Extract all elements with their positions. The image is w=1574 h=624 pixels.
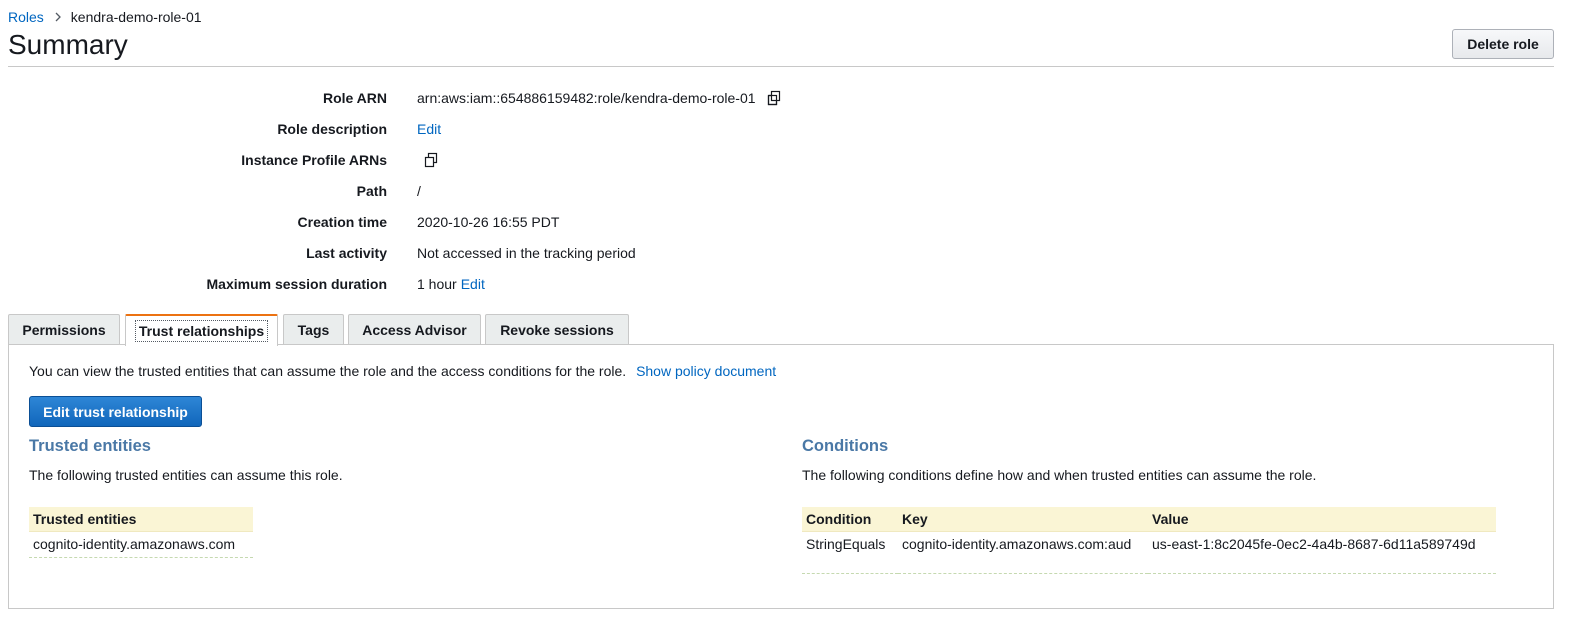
max-session-value: 1 hour [417,276,457,292]
summary-row-max-session: Maximum session duration 1 hour Edit [0,276,900,296]
table-header-row: Trusted entities [29,507,253,532]
summary-row-last-activity: Last activity Not accessed in the tracki… [0,245,900,265]
key-column-header: Key [898,507,1148,532]
trusted-entity-cell: cognito-identity.amazonaws.com [33,536,236,552]
role-arn-label: Role ARN [322,90,387,106]
creation-time-label: Creation time [297,214,387,230]
copy-icon[interactable] [423,152,439,168]
last-activity-label: Last activity [306,245,387,261]
table-row: StringEquals cognito-identity.amazonaws.… [802,531,1496,557]
conditions-table: Condition Key Value StringEquals cognito… [802,507,1496,574]
edit-description-link[interactable]: Edit [417,121,441,137]
tab-revoke-sessions-label: Revoke sessions [500,322,614,338]
condition-column-header: Condition [802,507,898,532]
tab-permissions[interactable]: Permissions [8,314,120,345]
trusted-entities-description: The following trusted entities can assum… [29,467,343,483]
summary-row-role-arn: Role ARN arn:aws:iam::654886159482:role/… [0,90,900,110]
summary-row-creation-time: Creation time 2020-10-26 16:55 PDT [0,214,900,234]
tab-revoke-sessions[interactable]: Revoke sessions [485,314,629,345]
trusted-entities-column-header: Trusted entities [29,507,253,532]
tab-access-advisor-label: Access Advisor [362,322,467,338]
tab-access-advisor[interactable]: Access Advisor [348,314,481,345]
trusted-entities-title: Trusted entities [29,437,151,455]
last-activity-value: Not accessed in the tracking period [417,245,636,261]
tab-tags-label: Tags [297,322,330,338]
value-column-header: Value [1148,507,1496,532]
tab-trust-relationships[interactable]: Trust relationships [125,314,278,346]
breadcrumb: Roles kendra-demo-role-01 [8,9,202,25]
conditions-description: The following conditions define how and … [802,467,1317,483]
breadcrumb-current: kendra-demo-role-01 [70,9,202,25]
trust-relationships-panel: You can view the trusted entities that c… [8,344,1554,609]
tab-permissions-label: Permissions [22,322,106,338]
tab-trust-relationships-label: Trust relationships [134,320,269,342]
summary-row-path: Path / [0,183,900,203]
max-session-label: Maximum session duration [206,276,387,292]
tab-tags[interactable]: Tags [283,314,344,345]
key-cell: cognito-identity.amazonaws.com:aud [902,536,1132,553]
role-arn-value: arn:aws:iam::654886159482:role/kendra-de… [417,90,756,106]
title-divider [8,66,1554,67]
delete-role-button[interactable]: Delete role [1452,29,1554,59]
path-value: / [417,183,421,199]
breadcrumb-roles-link[interactable]: Roles [8,9,44,25]
page-title: Summary [8,29,128,60]
role-description-label: Role description [277,121,387,137]
creation-time-value: 2020-10-26 16:55 PDT [417,214,560,230]
condition-cell: StringEquals [806,536,886,553]
table-row: cognito-identity.amazonaws.com [29,531,253,557]
summary-row-instance-profile: Instance Profile ARNs [0,152,900,172]
value-cell: us-east-1:8c2045fe-0ec2-4a4b-8687-6d11a5… [1152,536,1476,553]
chevron-right-icon [54,10,62,25]
copy-icon[interactable] [766,90,782,106]
edit-trust-relationship-button[interactable]: Edit trust relationship [29,396,202,427]
trusted-entities-table: Trusted entities cognito-identity.amazon… [29,507,253,558]
trust-intro-text: You can view the trusted entities that c… [29,363,627,379]
path-label: Path [356,183,387,199]
instance-profile-label: Instance Profile ARNs [241,152,387,168]
summary-row-role-description: Role description Edit [0,121,900,141]
table-spacer-row [802,557,1496,573]
table-header-row: Condition Key Value [802,507,1496,532]
show-policy-document-link[interactable]: Show policy document [636,363,776,379]
edit-session-duration-link[interactable]: Edit [461,276,485,292]
conditions-title: Conditions [802,437,889,455]
trust-intro: You can view the trusted entities that c… [29,363,776,379]
